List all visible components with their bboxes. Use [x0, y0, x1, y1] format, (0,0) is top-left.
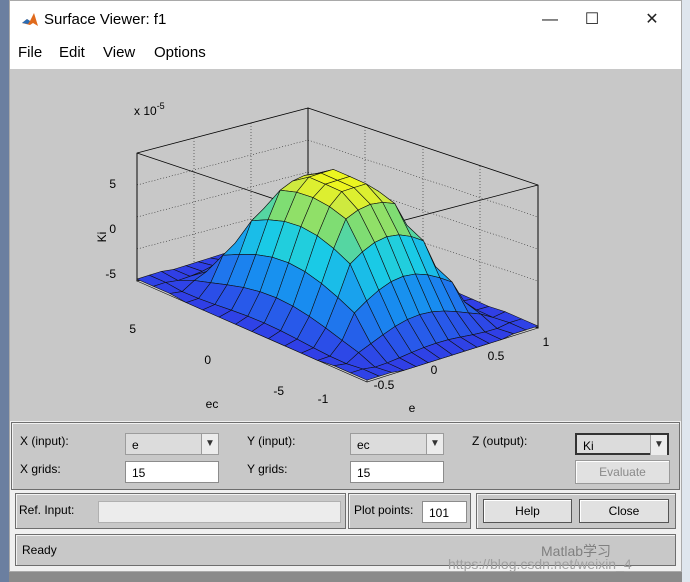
ref-input-label: Ref. Input: — [19, 503, 75, 517]
minimize-button[interactable]: — — [527, 1, 573, 39]
maximize-button[interactable]: ☐ — [569, 1, 615, 39]
ref-input-field[interactable] — [98, 501, 341, 523]
title-bar[interactable]: Surface Viewer: f1 — ☐ ✕ — [10, 1, 681, 39]
menu-bar: File Edit View Options — [10, 39, 681, 69]
z-tick-label: -5 — [105, 267, 116, 281]
surface-plot[interactable]: x 10-5 5 0 -5 Ki 5 0 -5 ec -1 -0.5 0 0.5… — [10, 69, 681, 421]
chevron-down-icon: ▼ — [650, 435, 667, 455]
x-input-select[interactable]: e ▼ — [125, 433, 219, 455]
close-window-button[interactable]: ✕ — [629, 1, 675, 39]
plot-points-panel: Plot points: 101 — [348, 493, 471, 529]
chevron-down-icon: ▼ — [426, 434, 443, 454]
z-output-label: Z (output): — [472, 434, 528, 448]
z-tick-label: 5 — [109, 177, 116, 191]
surface-viewer-window: Surface Viewer: f1 — ☐ ✕ File Edit View … — [9, 0, 682, 572]
x-tick-label: 1 — [543, 335, 550, 349]
background-strip-left — [0, 0, 9, 582]
y-input-label: Y (input): — [247, 434, 296, 448]
y-tick-label: 0 — [204, 353, 211, 367]
z-output-value: Ki — [583, 439, 594, 453]
x-tick-label: 0.5 — [488, 349, 505, 363]
z-tick-label: 0 — [109, 222, 116, 236]
z-axis-label: Ki — [95, 232, 109, 243]
close-button[interactable]: Close — [579, 499, 669, 523]
y-input-select[interactable]: ec ▼ — [350, 433, 444, 455]
menu-options[interactable]: Options — [154, 44, 206, 61]
evaluate-button[interactable]: Evaluate — [575, 460, 670, 484]
z-exponent-label: x 10-5 — [134, 101, 165, 118]
x-axis-label: e — [409, 401, 416, 415]
menu-file[interactable]: File — [18, 44, 42, 61]
y-tick-label: 5 — [129, 322, 136, 336]
y-grids-field[interactable]: 15 — [350, 461, 444, 483]
ref-input-panel: Ref. Input: — [15, 493, 346, 529]
x-tick-label: -1 — [318, 392, 329, 406]
plot-area[interactable]: x 10-5 5 0 -5 Ki 5 0 -5 ec -1 -0.5 0 0.5… — [10, 69, 681, 421]
plot-points-field[interactable]: 101 — [422, 501, 467, 523]
x-grids-field[interactable]: 15 — [125, 461, 219, 483]
x-tick-label: 0 — [431, 363, 438, 377]
y-axis-label: ec — [206, 397, 219, 411]
menu-view[interactable]: View — [103, 44, 135, 61]
background-strip-right — [682, 0, 690, 582]
y-grids-label: Y grids: — [247, 462, 288, 476]
x-grids-label: X grids: — [20, 462, 61, 476]
matlab-logo-icon — [21, 11, 39, 29]
x-input-label: X (input): — [20, 434, 69, 448]
x-input-value: e — [132, 438, 139, 452]
help-button[interactable]: Help — [483, 499, 572, 523]
y-tick-label: -5 — [273, 384, 284, 398]
window-title: Surface Viewer: f1 — [44, 11, 167, 28]
buttons-panel: Help Close — [476, 493, 676, 529]
plot-points-label: Plot points: — [354, 503, 414, 517]
variable-panel: X (input): e ▼ Y (input): ec ▼ Z (output… — [11, 422, 680, 490]
menu-edit[interactable]: Edit — [59, 44, 85, 61]
chevron-down-icon: ▼ — [201, 434, 218, 454]
wechat-watermark: Matlab学习 — [541, 543, 612, 559]
status-text: Ready — [22, 543, 57, 557]
z-output-select[interactable]: Ki ▼ — [575, 433, 669, 455]
x-tick-label: -0.5 — [374, 378, 395, 392]
y-input-value: ec — [357, 438, 370, 452]
